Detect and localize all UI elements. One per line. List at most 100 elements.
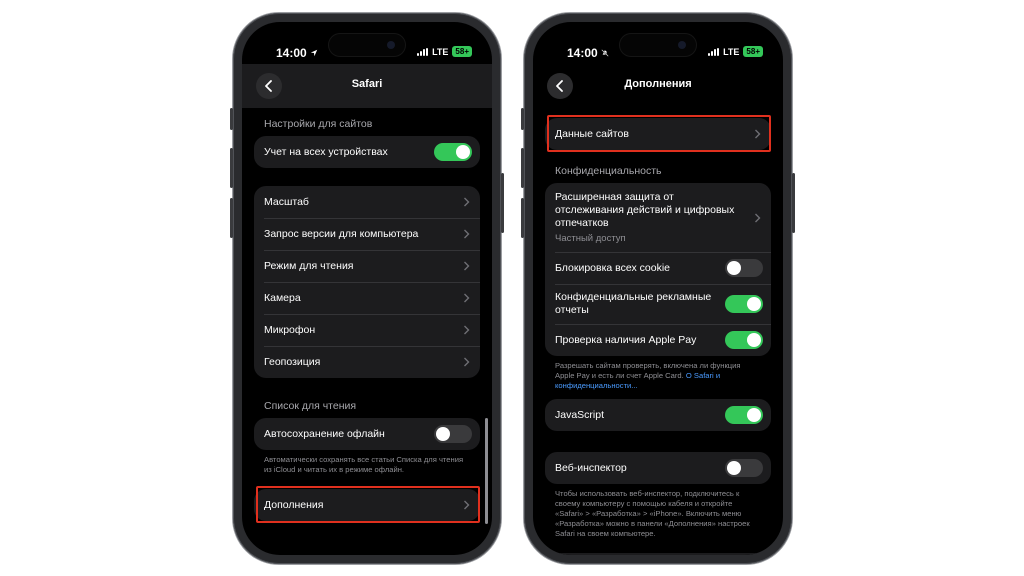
row-label: Геопозиция <box>264 356 321 368</box>
privacy-group: Расширенная защита от отслеживания дейст… <box>545 183 771 356</box>
row-label: Камера <box>264 292 301 304</box>
row-label: Блокировка всех cookie <box>555 262 670 274</box>
row-microphone[interactable]: Микрофон <box>254 314 480 346</box>
signal-icon <box>417 47 429 56</box>
web-inspector-toggle[interactable] <box>725 459 763 477</box>
row-desktop-site[interactable]: Запрос версии для компьютера <box>254 218 480 250</box>
javascript-group: JavaScript <box>545 399 771 431</box>
row-camera[interactable]: Камера <box>254 282 480 314</box>
row-reader[interactable]: Режим для чтения <box>254 250 480 282</box>
phone-right: 14:00 LTE 58+ Дополнения Данные сайтов К… <box>521 13 795 564</box>
row-label: Расширенная защита от отслеживания дейст… <box>555 191 735 229</box>
phone-left: 14:00 LTE 58+ Safari Настройки для сайто… <box>230 13 504 564</box>
javascript-toggle[interactable] <box>725 406 763 424</box>
volume-down-button <box>230 198 233 238</box>
row-label: Масштаб <box>264 196 309 208</box>
chevron-right-icon <box>464 325 470 335</box>
site-items-group: Масштаб Запрос версии для компьютера Реж… <box>254 186 480 378</box>
ad-reports-toggle[interactable] <box>725 295 763 313</box>
row-website-data[interactable]: Данные сайтов <box>545 118 771 150</box>
row-label: Автосохранение офлайн <box>264 428 385 440</box>
autosave-offline-toggle[interactable] <box>434 425 472 443</box>
row-autosave-offline: Автосохранение офлайн <box>254 418 480 450</box>
row-zoom[interactable]: Масштаб <box>254 186 480 218</box>
row-label: Конфиденциальные рекламные отчеты <box>555 291 712 316</box>
chevron-right-icon <box>464 197 470 207</box>
chevron-right-icon <box>464 261 470 271</box>
sync-devices-toggle[interactable] <box>434 143 472 161</box>
page-title: Дополнения <box>624 78 692 90</box>
section-header-privacy: Конфиденциальность <box>555 165 662 177</box>
status-bar: 14:00 LTE 58+ <box>242 42 492 60</box>
reading-list-footnote: Автоматически сохранять все статьи Списк… <box>264 455 464 474</box>
chevron-right-icon <box>464 293 470 303</box>
row-tracking-protection[interactable]: Расширенная защита от отслеживания дейст… <box>545 183 771 252</box>
power-button <box>501 173 504 233</box>
web-inspector-group: Веб-инспектор <box>545 452 771 484</box>
row-web-inspector: Веб-инспектор <box>545 452 771 484</box>
next-group-peek <box>545 553 771 555</box>
action-button <box>230 108 233 130</box>
volume-down-button <box>521 198 524 238</box>
chevron-right-icon <box>464 229 470 239</box>
web-inspector-footnote: Чтобы использовать веб-инспектор, подклю… <box>555 489 750 538</box>
row-advanced[interactable]: Дополнения <box>254 489 480 521</box>
signal-icon <box>708 47 720 56</box>
nav-bar: Safari <box>242 64 492 108</box>
status-time: 14:00 <box>567 46 609 60</box>
javascript-section: JavaScript <box>533 399 783 431</box>
row-label: Учет на всех устройствах <box>264 146 388 158</box>
row-sync-devices: Учет на всех устройствах <box>254 136 480 168</box>
power-button <box>792 173 795 233</box>
volume-up-button <box>230 148 233 188</box>
row-ad-reports: Конфиденциальные рекламные отчеты <box>545 284 771 324</box>
advanced-group: Дополнения <box>254 489 480 521</box>
row-label: Дополнения <box>264 499 324 511</box>
volume-up-button <box>521 148 524 188</box>
site-settings-section: Настройки для сайтов Учет на всех устрой… <box>242 118 492 168</box>
reading-list-group: Автосохранение офлайн <box>254 418 480 450</box>
status-right: LTE 58+ <box>708 46 763 57</box>
nav-bar: Дополнения <box>533 64 783 108</box>
next-section-peek <box>533 553 783 555</box>
action-button <box>521 108 524 130</box>
status-time-label: 14:00 <box>567 46 598 60</box>
reading-list-section: Список для чтения Автосохранение офлайн … <box>242 400 492 475</box>
screen-left: 14:00 LTE 58+ Safari Настройки для сайто… <box>242 22 492 555</box>
website-data-group: Данные сайтов <box>545 118 771 150</box>
row-label: Запрос версии для компьютера <box>264 228 419 240</box>
row-label: Режим для чтения <box>264 260 354 272</box>
block-cookies-toggle[interactable] <box>725 259 763 277</box>
row-label: Микрофон <box>264 324 316 336</box>
website-data-section: Данные сайтов <box>533 118 783 150</box>
row-location[interactable]: Геопозиция <box>254 346 480 378</box>
chevron-right-icon <box>755 129 761 139</box>
chevron-right-icon <box>464 500 470 510</box>
status-time: 14:00 <box>276 46 318 60</box>
row-block-cookies: Блокировка всех cookie <box>545 252 771 284</box>
privacy-section: Конфиденциальность Расширенная защита от… <box>533 165 783 391</box>
chevron-right-icon <box>755 213 761 222</box>
apple-pay-toggle[interactable] <box>725 331 763 349</box>
scrollbar[interactable] <box>485 418 488 524</box>
network-label: LTE <box>432 46 449 57</box>
site-items-section: Масштаб Запрос версии для компьютера Реж… <box>242 186 492 378</box>
section-header-reading-list: Список для чтения <box>264 400 357 412</box>
row-label: Веб-инспектор <box>555 462 627 474</box>
screen-right: 14:00 LTE 58+ Дополнения Данные сайтов К… <box>533 22 783 555</box>
web-inspector-section: Веб-инспектор Чтобы использовать веб-инс… <box>533 452 783 539</box>
row-value: Частный доступ <box>555 233 626 244</box>
row-label: JavaScript <box>555 409 605 421</box>
status-time-label: 14:00 <box>276 46 307 60</box>
bell-slash-icon <box>601 49 609 57</box>
battery-indicator: 58+ <box>452 46 472 57</box>
page-title: Safari <box>351 78 383 90</box>
status-bar: 14:00 LTE 58+ <box>533 42 783 60</box>
chevron-right-icon <box>464 357 470 367</box>
section-header-site-settings: Настройки для сайтов <box>264 118 373 130</box>
status-right: LTE 58+ <box>417 46 472 57</box>
row-javascript: JavaScript <box>545 399 771 431</box>
sync-group: Учет на всех устройствах <box>254 136 480 168</box>
row-label: Данные сайтов <box>555 128 629 140</box>
location-arrow-icon <box>310 49 317 57</box>
